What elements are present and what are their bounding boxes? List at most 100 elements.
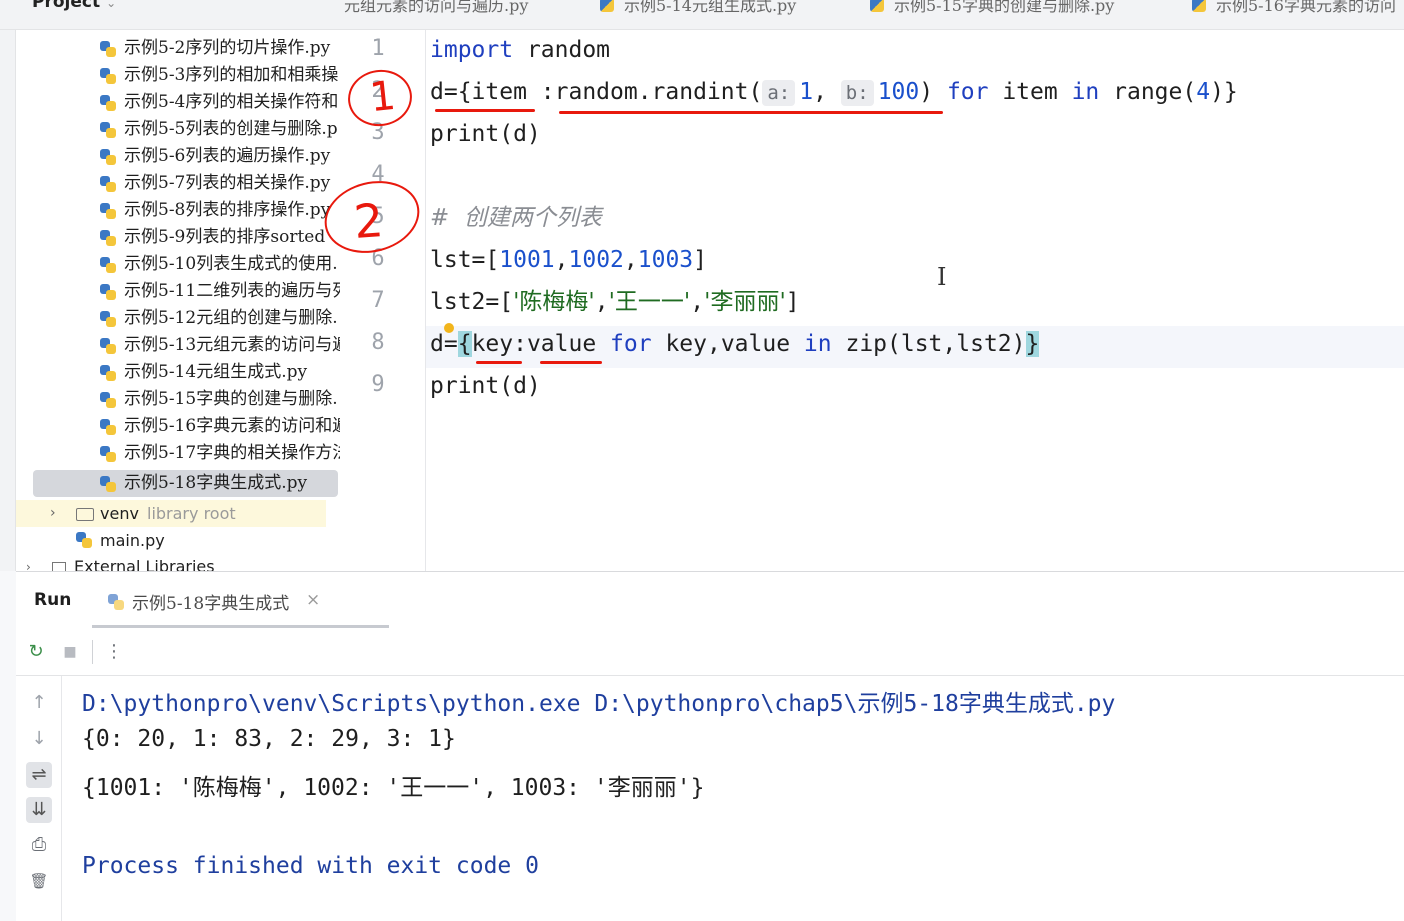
code-keyword: for [946, 79, 989, 105]
soft-wrap-icon[interactable]: ⇌ [26, 762, 52, 788]
toolbar-divider [92, 640, 93, 664]
scroll-to-end-icon[interactable]: ⇊ [26, 797, 52, 823]
tree-file[interactable]: 示例5-15字典的创建与删除. [100, 386, 340, 413]
python-file-icon [100, 122, 116, 138]
editor-tab-1[interactable]: 示例5-14元组生成式.py [600, 0, 796, 16]
tree-file-label: 示例5-14元组生成式.py [124, 362, 308, 382]
top-strip: Project ⌄ 元组元素的访问与遍历.py 示例5-14元组生成式.py 示例… [0, 0, 1404, 30]
chevron-down-icon: ⌄ [106, 0, 117, 10]
code-text: range( [1099, 79, 1197, 105]
lightbulb-icon[interactable] [444, 323, 454, 333]
code-line-6[interactable]: lst=[1001,1002,1003] [430, 242, 707, 284]
code-number: 100 [877, 79, 920, 105]
code-text: )} [1210, 79, 1238, 105]
tree-file-label: 示例5-11二维列表的遍历与列 [124, 281, 340, 301]
code-number: 1001 [499, 247, 555, 273]
arrow-down-icon[interactable]: ↓ [26, 726, 52, 752]
code-line-7[interactable]: lst2=['陈梅梅','王一一','李丽丽'] [430, 284, 800, 326]
tree-file[interactable]: 示例5-7列表的相关操作.py [100, 170, 340, 197]
tree-folder-venv[interactable]: › venv library root [16, 500, 326, 527]
project-title: Project [32, 0, 101, 12]
close-icon[interactable]: × [306, 590, 320, 610]
line-number: 7 [371, 288, 385, 313]
tree-file-label: main.py [100, 531, 165, 550]
tree-file[interactable]: 示例5-9列表的排序sorted [100, 224, 340, 251]
python-file-icon [100, 95, 116, 111]
python-file-icon [100, 68, 116, 84]
python-file-icon [1192, 0, 1206, 12]
console-output: {0: 20, 1: 83, 2: 29, 3: 1} [82, 726, 456, 752]
print-icon[interactable]: ⎙ [26, 832, 52, 858]
code-keyword: for [610, 331, 652, 357]
editor-tab-2[interactable]: 示例5-15字典的创建与删除.py [870, 0, 1114, 16]
code-text: print(d) [430, 121, 541, 147]
param-hint-b: b: [840, 80, 874, 106]
run-panel: Run 示例5-18字典生成式 × ↻ ■ ⋮ ↑ ↓ ⇌ ⇊ ⎙ 🗑 D:\p… [16, 571, 1404, 921]
code-text: , [554, 247, 569, 273]
tree-file[interactable]: 示例5-3序列的相加和相乘操 [100, 62, 340, 89]
code-keyword: in [1071, 79, 1100, 105]
python-file-icon [100, 476, 116, 492]
tree-file[interactable]: 示例5-4序列的相关操作符和 [100, 89, 340, 116]
code-text: item [988, 79, 1072, 105]
python-file-icon [100, 203, 116, 219]
tree-file-label: 示例5-4序列的相关操作符和 [124, 92, 339, 112]
project-header[interactable]: Project ⌄ [32, 0, 116, 12]
editor-tab-label: 示例5-16字典元素的访问 [1216, 0, 1396, 15]
arrow-up-icon[interactable]: ↑ [26, 690, 52, 716]
run-toolbar: ↻ ■ ⋮ [16, 628, 1404, 676]
code-line-9[interactable]: print(d) [430, 368, 541, 410]
tree-file[interactable]: 示例5-2序列的切片操作.py [100, 35, 340, 62]
tree-label: External Libraries [74, 557, 215, 571]
python-file-icon [600, 0, 614, 12]
tree-file-label: 示例5-8列表的排序操作.py [124, 200, 331, 220]
tree-file[interactable]: 示例5-10列表生成式的使用. [100, 251, 340, 278]
code-text: ) [919, 79, 947, 105]
tree-file-selected[interactable]: 示例5-18字典生成式.py [33, 470, 338, 497]
python-file-icon [100, 176, 116, 192]
more-options-icon[interactable]: ⋮ [102, 640, 126, 664]
code-editor[interactable]: 1 2 3 4 5 6 7 8 9 import random d={item … [316, 30, 1404, 571]
python-file-icon [76, 532, 92, 548]
code-line-1[interactable]: import random [430, 32, 610, 74]
tree-file-label: 示例5-10列表生成式的使用. [124, 254, 338, 274]
tree-file-label: 示例5-5列表的创建与删除.p [124, 119, 338, 139]
gutter-divider [425, 30, 426, 571]
folder-hint: library root [147, 504, 236, 523]
tree-file[interactable]: 示例5-13元组元素的访问与遍 [100, 332, 340, 359]
tree-file[interactable]: 示例5-16字典元素的访问和遍 [100, 413, 340, 440]
code-text: d={item :random.randint( [430, 79, 763, 105]
editor-tab-label: 示例5-14元组生成式.py [624, 0, 797, 15]
rerun-icon[interactable]: ↻ [24, 640, 48, 664]
editor-tab-3[interactable]: 示例5-16字典元素的访问 [1192, 0, 1396, 16]
line-number: 9 [371, 372, 385, 397]
tree-file-label: 示例5-3序列的相加和相乘操 [124, 65, 339, 85]
trash-icon[interactable]: 🗑 [26, 868, 52, 894]
line-number: 8 [371, 330, 385, 355]
tree-file[interactable]: 示例5-14元组生成式.py [100, 359, 340, 386]
code-line-5[interactable]: # 创建两个列表 [430, 200, 602, 242]
code-line-3[interactable]: print(d) [430, 116, 541, 158]
run-tabbar: Run 示例5-18字典生成式 × [16, 572, 1404, 628]
python-file-icon [100, 41, 116, 57]
tree-file[interactable]: 示例5-11二维列表的遍历与列 [100, 278, 340, 305]
run-tab-label: 示例5-18字典生成式 [132, 594, 290, 614]
editor-tab-0[interactable]: 元组元素的访问与遍历.py [344, 0, 528, 16]
tree-file[interactable]: 示例5-17字典的相关操作方法 [100, 440, 340, 467]
tree-file[interactable]: 示例5-5列表的创建与删除.p [100, 116, 340, 143]
tree-file-label: 示例5-2序列的切片操作.py [124, 38, 331, 58]
code-comment: # 创建两个列表 [430, 205, 602, 231]
tree-file[interactable]: 示例5-8列表的排序操作.py [100, 197, 340, 224]
tree-file[interactable]: 示例5-6列表的遍历操作.py [100, 143, 340, 170]
stop-icon[interactable]: ■ [58, 640, 82, 664]
chevron-right-icon[interactable]: › [50, 500, 56, 527]
tree-external-libraries[interactable]: › External Libraries [16, 554, 228, 571]
run-config-tab[interactable]: 示例5-18字典生成式 × [92, 572, 389, 628]
tree-file[interactable]: 示例5-12元组的创建与删除. [100, 305, 340, 332]
code-text: , [594, 289, 609, 315]
code-line-2[interactable]: d={item :random.randint(a: 1, b: 100) for … [430, 74, 1238, 116]
chevron-right-icon[interactable]: › [26, 554, 31, 571]
code-text: d= [430, 331, 458, 357]
console-side-toolbar: ↑ ↓ ⇌ ⇊ ⎙ 🗑 [16, 676, 62, 921]
code-text: ] [785, 289, 800, 315]
